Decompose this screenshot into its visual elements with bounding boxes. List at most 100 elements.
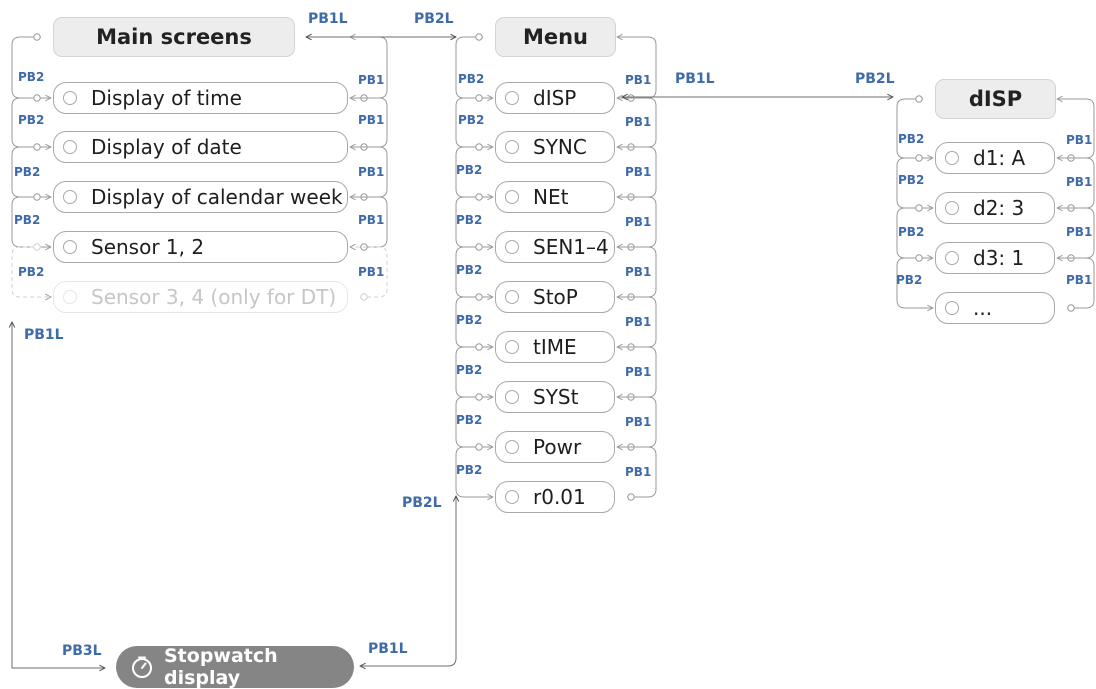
radio-circle-icon <box>63 91 77 105</box>
radio-circle-icon <box>63 290 77 304</box>
stopwatch-label: Stopwatch display <box>164 645 278 689</box>
radio-circle-icon <box>945 251 959 265</box>
pb2-connector <box>896 98 933 158</box>
radio-circle-icon <box>505 340 519 354</box>
radio-circle-icon <box>505 190 519 204</box>
menu-item-version[interactable]: r0.01 <box>495 481 615 513</box>
connector-dot <box>1067 304 1075 312</box>
label-pb1-disp-4: PB1 <box>1066 273 1093 287</box>
label-pb1-menu-4: PB1 <box>625 215 652 229</box>
label-pb2-main-1: PB2 <box>18 70 45 84</box>
menu-item-powr[interactable]: Powr <box>495 431 615 463</box>
arrow-main-to-stopwatch <box>12 322 105 668</box>
label-pb2-main-2: PB2 <box>18 113 45 127</box>
main-screen-item-calendar-week[interactable]: Display of calendar week <box>53 181 348 213</box>
connector-dot <box>33 33 41 41</box>
label-pb1-disp-1: PB1 <box>1066 133 1093 147</box>
disp-item-more[interactable]: ... <box>935 292 1055 324</box>
connector-dot <box>475 343 483 351</box>
pb1-connector <box>350 37 388 99</box>
pb2-connector <box>455 36 493 98</box>
label-pb2-disp-4: PB2 <box>896 273 923 287</box>
label-pb2-menu-7: PB2 <box>456 363 483 377</box>
label-pb1l-stopwatch-menu: PB1L <box>368 641 408 657</box>
menu-title: Menu <box>522 25 589 49</box>
menu-item-syst[interactable]: SYSt <box>495 381 615 413</box>
radio-circle-icon <box>63 190 77 204</box>
connector-dot <box>475 243 483 251</box>
disp-item-d2[interactable]: d2: 3 <box>935 192 1055 224</box>
menu-item-net[interactable]: NEt <box>495 181 615 213</box>
menu-item-time[interactable]: tIME <box>495 331 615 363</box>
menu-item-sync[interactable]: SYNC <box>495 131 615 163</box>
label-pb2-main-3: PB2 <box>14 165 41 179</box>
label-pb3l-stopwatch: PB3L <box>62 643 102 659</box>
label-pb1-menu-8: PB1 <box>625 415 652 429</box>
menu-header[interactable]: Menu <box>495 17 616 57</box>
label-pb2l-menu-disp: PB2L <box>855 71 895 87</box>
label-pb1l-stopwatch-main: PB1L <box>24 327 64 343</box>
radio-circle-icon <box>505 140 519 154</box>
stopwatch-icon <box>132 656 152 678</box>
label-pb1-main-5: PB1 <box>358 265 385 279</box>
label-pb1l-main-menu: PB1L <box>308 11 348 27</box>
main-screen-item-time[interactable]: Display of time <box>53 82 348 114</box>
label-pb2-menu-8: PB2 <box>456 413 483 427</box>
main-screen-item-sensor-3-4[interactable]: Sensor 3, 4 (only for DT) <box>53 281 348 313</box>
connector-dot <box>33 193 41 201</box>
disp-header[interactable]: dISP <box>935 79 1056 119</box>
connector-dot <box>33 243 41 251</box>
connector-dot <box>475 293 483 301</box>
pb1-connector <box>1057 99 1095 159</box>
pb2-connector <box>11 36 51 98</box>
label-pb1-menu-3: PB1 <box>625 165 652 179</box>
radio-circle-icon <box>945 201 959 215</box>
connector-dot <box>475 443 483 451</box>
menu-item-disp[interactable]: dISP <box>495 82 615 114</box>
radio-circle-icon <box>945 151 959 165</box>
radio-circle-icon <box>505 290 519 304</box>
label-pb1-main-2: PB1 <box>358 113 385 127</box>
main-screens-header[interactable]: Main screens <box>53 17 295 57</box>
disp-item-d1[interactable]: d1: A <box>935 142 1055 174</box>
label-pb1-main-3: PB1 <box>358 165 385 179</box>
disp-item-d3[interactable]: d3: 1 <box>935 242 1055 274</box>
menu-item-stop[interactable]: StoP <box>495 281 615 313</box>
label-pb2-menu-2: PB2 <box>458 113 485 127</box>
label-pb1-menu-5: PB1 <box>625 265 652 279</box>
radio-circle-icon <box>63 140 77 154</box>
connector-dot <box>475 393 483 401</box>
connector-dot <box>915 254 923 262</box>
menu-item-sen1-4[interactable]: SEN1–4 <box>495 231 615 263</box>
label-pb2-menu-5: PB2 <box>456 263 483 277</box>
disp-title: dISP <box>968 87 1023 111</box>
label-pb1-menu-1: PB1 <box>625 73 652 87</box>
label-pb1-menu-7: PB1 <box>625 365 652 379</box>
main-screen-item-date[interactable]: Display of date <box>53 131 348 163</box>
label-pb1-menu-9: PB1 <box>625 465 652 479</box>
label-pb1l-menu-disp: PB1L <box>675 71 715 87</box>
label-pb1-disp-3: PB1 <box>1066 225 1093 239</box>
connector-dot <box>360 293 368 301</box>
connector-dot <box>475 143 483 151</box>
label-pb2-menu-3: PB2 <box>456 163 483 177</box>
radio-circle-icon <box>945 301 959 315</box>
label-pb1-main-4: PB1 <box>358 213 385 227</box>
pb1-connector <box>617 37 657 99</box>
label-pb1-menu-2: PB1 <box>625 115 652 129</box>
label-pb2-main-4: PB2 <box>14 213 41 227</box>
main-screens-title: Main screens <box>96 25 252 49</box>
label-pb2-menu-1: PB2 <box>458 72 485 86</box>
label-pb2l-main-menu: PB2L <box>414 11 454 27</box>
radio-circle-icon <box>63 240 77 254</box>
connector-dot <box>33 94 41 102</box>
main-screen-item-sensor-1-2[interactable]: Sensor 1, 2 <box>53 231 348 263</box>
label-pb2-disp-3: PB2 <box>898 225 925 239</box>
radio-circle-icon <box>505 390 519 404</box>
label-pb2-menu-4: PB2 <box>456 213 483 227</box>
radio-circle-icon <box>505 240 519 254</box>
radio-circle-icon <box>505 490 519 504</box>
connector-dot <box>915 154 923 162</box>
label-pb2-menu-6: PB2 <box>456 313 483 327</box>
label-pb2l-menu-stopwatch: PB2L <box>402 495 442 511</box>
